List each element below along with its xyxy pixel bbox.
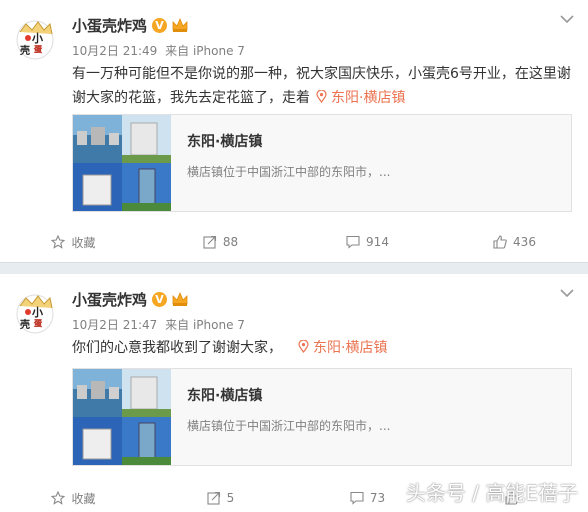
username[interactable]: 小蛋壳炸鸡 — [72, 15, 147, 36]
vip-crown-icon[interactable] — [171, 17, 189, 33]
post-time[interactable]: 10月2日 21:49 — [72, 44, 157, 58]
post-time[interactable]: 10月2日 21:47 — [72, 318, 157, 332]
post-separator — [0, 262, 588, 274]
repost-count: 5 — [226, 491, 235, 505]
location-link[interactable]: 东阳·横店镇 — [310, 90, 405, 106]
comment-count: 73 — [369, 491, 386, 505]
avatar[interactable]: 小 蛋 壳 — [12, 14, 58, 60]
place-photos — [73, 115, 171, 211]
post-source: 来自 iPhone 7 — [165, 44, 245, 58]
favorite-button[interactable]: 收藏 — [0, 224, 147, 260]
post-source: 来自 iPhone 7 — [165, 318, 245, 332]
favorite-label: 收藏 — [71, 235, 96, 250]
chevron-down-icon[interactable] — [560, 14, 574, 24]
star-icon — [51, 235, 66, 249]
repost-button[interactable]: 5 — [147, 480, 294, 512]
place-description: 横店镇位于中国浙江中部的东阳市，... — [187, 419, 391, 433]
avatar-char-1: 小 — [31, 305, 43, 319]
avatar-char-3: 壳 — [19, 318, 30, 331]
star-icon — [51, 491, 66, 505]
avatar-char-2: 蛋 — [34, 319, 42, 328]
avatar-char-3: 壳 — [19, 44, 30, 57]
watermark: 头条号 / 高能E蓓子 — [405, 481, 578, 505]
place-title: 东阳·横店镇 — [187, 388, 263, 404]
location-label: 东阳·横店镇 — [313, 340, 388, 356]
place-card[interactable]: 东阳·横店镇 横店镇位于中国浙江中部的东阳市，... — [72, 114, 572, 212]
avatar-char-1: 小 — [31, 31, 43, 45]
verified-badge: V — [152, 291, 168, 307]
weibo-post: 小 蛋 壳 小蛋壳炸鸡 V 10月2日 21:49 来自 iPhone 7 有一… — [0, 0, 588, 262]
repost-icon — [207, 491, 220, 505]
post-text: 有一万种可能但不是你说的那一种，祝大家国庆快乐，小蛋壳6号开业，在这里谢谢大家的… — [72, 62, 572, 110]
place-card[interactable]: 东阳·横店镇 横店镇位于中国浙江中部的东阳市，... — [72, 368, 572, 466]
action-bar: 收藏 88 914 436 — [0, 224, 588, 260]
verified-badge: V — [152, 17, 168, 33]
repost-icon — [203, 235, 216, 249]
location-label: 东阳·横店镇 — [331, 90, 406, 106]
favorite-label: 收藏 — [71, 491, 96, 506]
location-link[interactable]: 东阳·横店镇 — [292, 340, 387, 356]
username[interactable]: 小蛋壳炸鸡 — [72, 289, 147, 310]
repost-count: 88 — [222, 235, 239, 249]
vip-crown-icon[interactable] — [171, 291, 189, 307]
post-text: 你们的心意我都收到了谢谢大家， 东阳·横店镇 — [72, 336, 572, 360]
place-title: 东阳·横店镇 — [187, 134, 263, 150]
post-meta: 10月2日 21:49 来自 iPhone 7 — [72, 42, 249, 59]
thumbs-up-icon — [493, 235, 507, 249]
avatar-char-2: 蛋 — [34, 45, 42, 54]
comment-icon — [350, 491, 364, 505]
like-count: 436 — [513, 235, 536, 249]
comment-icon — [346, 235, 360, 249]
like-button[interactable]: 436 — [441, 224, 588, 260]
comment-button[interactable]: 914 — [294, 224, 441, 260]
location-pin-icon — [298, 340, 309, 353]
avatar[interactable]: 小 蛋 壳 — [12, 288, 58, 334]
post-meta: 10月2日 21:47 来自 iPhone 7 — [72, 316, 249, 333]
comment-count: 914 — [366, 235, 389, 249]
place-description: 横店镇位于中国浙江中部的东阳市，... — [187, 165, 391, 179]
chevron-down-icon[interactable] — [560, 288, 574, 298]
repost-button[interactable]: 88 — [147, 224, 294, 260]
location-pin-icon — [316, 90, 327, 103]
post-text-body: 你们的心意我都收到了谢谢大家， — [72, 340, 282, 356]
favorite-button[interactable]: 收藏 — [0, 480, 147, 512]
place-photos — [73, 369, 171, 465]
